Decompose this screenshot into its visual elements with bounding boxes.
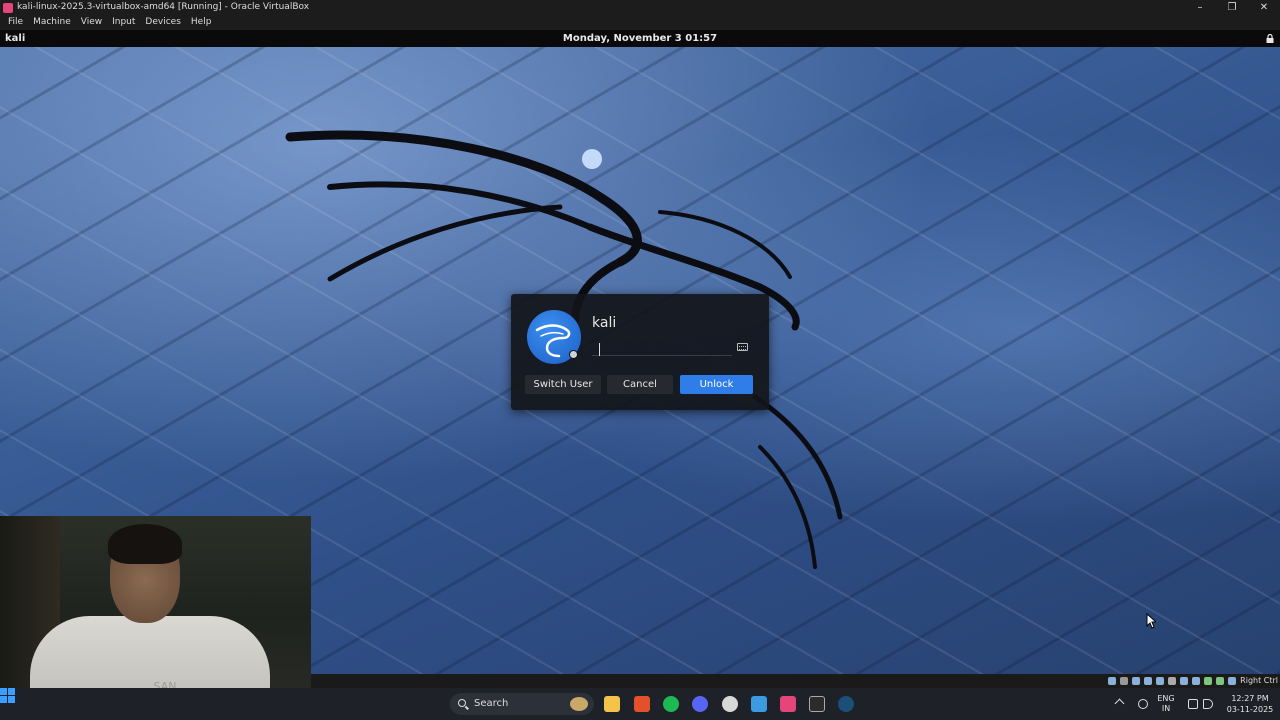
username-label: kali — [592, 315, 617, 331]
vbox-cpu-icon[interactable] — [1204, 677, 1212, 685]
close-button[interactable]: ✕ — [1248, 0, 1280, 15]
vbox-optical-icon[interactable] — [1120, 677, 1128, 685]
menu-input[interactable]: Input — [108, 15, 139, 30]
microphone-icon[interactable] — [1138, 699, 1148, 709]
search-highlight-icon — [570, 697, 588, 711]
language-code: ENG — [1157, 694, 1175, 703]
minimize-button[interactable]: – — [1184, 0, 1216, 15]
menu-file[interactable]: File — [4, 15, 27, 30]
switch-user-button[interactable]: Switch User — [525, 375, 601, 394]
mouse-cursor-icon — [1146, 613, 1156, 629]
virtualbox-icon[interactable] — [780, 696, 796, 712]
chatgpt-icon[interactable] — [722, 696, 738, 712]
unlock-dialog: kali Switch User Cancel Unlock — [511, 294, 769, 410]
vscode-icon[interactable] — [751, 696, 767, 712]
vbox-recording-icon[interactable] — [1192, 677, 1200, 685]
keyboard-icon[interactable] — [737, 343, 748, 351]
virtualbox-app-icon — [3, 2, 13, 13]
host-key-label: Right Ctrl — [1240, 676, 1278, 685]
vbox-network-icon[interactable] — [1144, 677, 1152, 685]
menu-view[interactable]: View — [77, 15, 106, 30]
unlock-button[interactable]: Unlock — [680, 375, 753, 394]
language-indicator[interactable]: ENG IN — [1156, 688, 1178, 720]
discord-icon[interactable] — [692, 696, 708, 712]
vbox-hdd-icon[interactable] — [1108, 677, 1116, 685]
search-icon — [458, 699, 466, 707]
vbox-audio-icon[interactable] — [1132, 677, 1140, 685]
taskbar-search[interactable]: Search — [450, 693, 594, 715]
brave-icon[interactable] — [634, 696, 650, 712]
vbox-display-icon[interactable] — [1180, 677, 1188, 685]
avatar-status-badge — [569, 350, 578, 359]
menu-help[interactable]: Help — [187, 15, 216, 30]
menu-machine[interactable]: Machine — [29, 15, 75, 30]
show-hidden-icons-icon[interactable] — [1114, 698, 1125, 709]
vbox-mouse-icon[interactable] — [1216, 677, 1224, 685]
window-title: kali-linux-2025.3-virtualbox-amd64 [Runn… — [17, 2, 310, 12]
taskbar-time: 12:27 PM — [1231, 694, 1269, 703]
language-region: IN — [1161, 704, 1171, 713]
person-hair — [108, 524, 182, 564]
epic-games-icon[interactable] — [809, 696, 825, 712]
screen: kali-linux-2025.3-virtualbox-amd64 [Runn… — [0, 0, 1280, 720]
windows-start-icon[interactable] — [0, 688, 15, 703]
text-caret — [599, 343, 600, 356]
vbox-keyboard-icon[interactable] — [1228, 677, 1236, 685]
windows-taskbar: Search ENG IN 12:27 PM 03-11-2025 — [0, 688, 1280, 720]
menu-bar: File Machine View Input Devices Help — [0, 15, 1280, 30]
volume-icon[interactable] — [1203, 699, 1213, 709]
cancel-button[interactable]: Cancel — [607, 375, 673, 394]
restore-button[interactable]: ❐ — [1216, 0, 1248, 15]
password-input[interactable] — [592, 338, 732, 356]
spotify-icon[interactable] — [663, 696, 679, 712]
taskbar-clock[interactable]: 12:27 PM 03-11-2025 — [1224, 693, 1276, 715]
menu-devices[interactable]: Devices — [141, 15, 184, 30]
search-placeholder: Search — [474, 698, 509, 709]
steam-icon[interactable] — [838, 696, 854, 712]
vbox-shared-folder-icon[interactable] — [1168, 677, 1176, 685]
lock-icon — [1266, 34, 1274, 43]
vbox-status-bar: Right Ctrl — [311, 674, 1280, 688]
vbox-usb-icon[interactable] — [1156, 677, 1164, 685]
panel-clock: Monday, November 3 01:57 — [562, 33, 718, 44]
file-explorer-icon[interactable] — [604, 696, 620, 712]
window-title-bar: kali-linux-2025.3-virtualbox-amd64 [Runn… — [0, 0, 1280, 15]
taskbar-date: 03-11-2025 — [1226, 705, 1274, 714]
kali-top-panel: kali Monday, November 3 01:57 — [0, 30, 1280, 47]
network-icon[interactable] — [1188, 699, 1198, 709]
